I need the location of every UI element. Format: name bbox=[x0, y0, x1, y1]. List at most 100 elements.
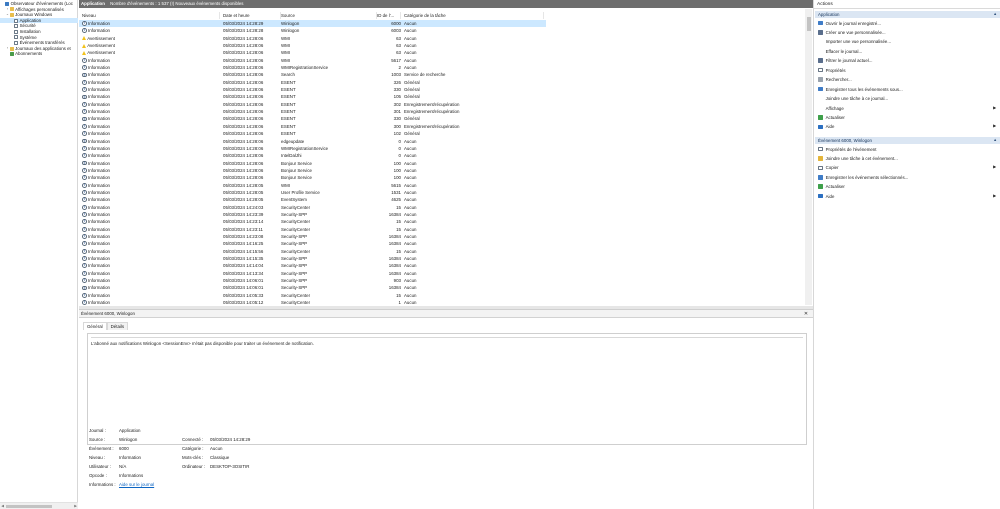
column-header-id[interactable]: ID de l'... bbox=[377, 12, 401, 19]
table-row[interactable]: Information 05/03/2024 14:28:06 IntelDalJh… bbox=[79, 152, 546, 159]
action-item[interactable]: Actualiser bbox=[818, 182, 999, 191]
collapse-icon[interactable]: ▲ bbox=[993, 11, 997, 18]
action-item[interactable]: Joindre une tâche à ce journal... bbox=[818, 94, 999, 103]
action-item[interactable]: Propriétés de l'événement bbox=[818, 145, 999, 154]
table-row[interactable]: Information 05/03/2024 14:28:06 Search 1003… bbox=[79, 71, 546, 78]
action-item[interactable]: Effacer le journal... bbox=[818, 47, 999, 56]
table-row[interactable]: Information 05/03/2024 14:23:11 SecurityCe… bbox=[79, 226, 546, 233]
action-item[interactable]: Rechercher... bbox=[818, 75, 999, 84]
column-header-date[interactable]: Date et heure bbox=[223, 12, 281, 19]
table-row[interactable]: Information 05/03/2024 14:28:06 Bonjour Se… bbox=[79, 167, 546, 174]
table-row[interactable]: Information 05/03/2024 14:28:06 Bonjour Se… bbox=[79, 160, 546, 167]
tab-details[interactable]: Détails bbox=[106, 322, 129, 330]
tab-general[interactable]: Général bbox=[83, 322, 107, 330]
action-item[interactable]: Joindre une tâche à cet événement... bbox=[818, 154, 999, 163]
scroll-thumb[interactable] bbox=[6, 505, 52, 508]
table-row[interactable]: Information 05/03/2024 14:28:05 EventSyste… bbox=[79, 196, 546, 203]
table-row[interactable]: Information 05/03/2024 14:28:28 Winlogon 60… bbox=[79, 27, 546, 34]
table-row[interactable]: Information 05/03/2024 14:28:29 Winlogon 60… bbox=[79, 20, 546, 28]
table-row[interactable]: Information 05/03/2024 14:28:06 WMIRegistr… bbox=[79, 64, 546, 71]
folder-icon bbox=[9, 12, 14, 17]
level-text: Avertissement bbox=[87, 50, 115, 56]
action-item[interactable]: Importer une vue personnalisée... bbox=[818, 37, 999, 46]
table-row[interactable]: Avertissement 05/03/2024 14:28:06 WMI 63 Auc… bbox=[79, 35, 546, 42]
table-row[interactable]: Information 05/03/2024 14:28:06 ESENT 330Gé… bbox=[79, 86, 546, 93]
table-row[interactable]: Information 05/03/2024 14:28:06 ESENT 300En… bbox=[79, 123, 546, 130]
information-icon bbox=[82, 72, 87, 78]
grid-vertical-scrollbar[interactable] bbox=[805, 9, 812, 305]
table-row[interactable]: Information 05/03/2024 14:16:25 Security-S… bbox=[79, 240, 546, 247]
cell-date: 05/03/2024 14:28:06 bbox=[223, 138, 264, 144]
table-row[interactable]: Information 05/03/2024 14:28:06 ESENT 330Gé… bbox=[79, 115, 546, 122]
cell-source: WMI bbox=[281, 57, 291, 63]
actions-section-application[interactable]: Application ▲ bbox=[815, 11, 1000, 18]
table-row[interactable]: Information 05/03/2024 14:05:12 SecurityCe… bbox=[79, 299, 546, 305]
cell-date: 05/03/2024 14:28:06 bbox=[223, 101, 264, 107]
table-row[interactable]: Information 05/03/2024 14:28:06 ESENT 105Gé… bbox=[79, 93, 546, 100]
table-row[interactable]: Information 05/03/2024 14:23:39 Security-S… bbox=[79, 211, 546, 218]
scroll-left-arrow[interactable]: ◀ bbox=[0, 503, 5, 509]
table-row[interactable]: Information 05/03/2024 14:28:06 ESENT 326Gé… bbox=[79, 79, 546, 86]
table-row[interactable]: Information 05/03/2024 14:15:35 Security-S… bbox=[79, 255, 546, 262]
table-row[interactable]: Information 05/03/2024 14:05:33 SecurityCe… bbox=[79, 292, 546, 299]
cell-date: 05/03/2024 14:28:06 bbox=[223, 65, 264, 71]
table-row[interactable]: Information 05/03/2024 14:28:06 ESENT 302En… bbox=[79, 101, 546, 108]
table-row[interactable]: Information 05/03/2024 14:28:06 WMI 5617Auc… bbox=[79, 57, 546, 64]
cell-source: ESENT bbox=[281, 101, 296, 107]
table-row[interactable]: Information 05/03/2024 14:13:34 Security-S… bbox=[79, 270, 546, 277]
table-row[interactable]: Information 05/03/2024 14:28:05 WMI 5615Auc… bbox=[79, 182, 546, 189]
action-item[interactable]: Actualiser bbox=[818, 113, 999, 122]
cell-event-id: 301 bbox=[393, 109, 401, 115]
cell-task-category: Aucun bbox=[404, 65, 417, 71]
table-row[interactable]: Information 05/03/2024 14:23:08 Security-S… bbox=[79, 233, 546, 240]
table-row[interactable]: Information 05/03/2024 14:24:03 SecurityCe… bbox=[79, 204, 546, 211]
column-header-task-category[interactable]: Catégorie de la tâche bbox=[404, 12, 544, 19]
action-item[interactable]: Ouvrir le journal enregistré... bbox=[818, 19, 999, 28]
action-item[interactable]: Filtrer le journal actuel... bbox=[818, 56, 999, 65]
column-header-level[interactable]: Niveau bbox=[82, 12, 220, 19]
action-item[interactable]: Enregistrer les événements sélectionnés.… bbox=[818, 173, 999, 182]
table-row[interactable]: Information 05/03/2024 14:23:14 SecurityCe… bbox=[79, 218, 546, 225]
action-item[interactable]: Affichage ▶ bbox=[818, 104, 999, 113]
tree-item[interactable]: Abonnements bbox=[0, 51, 78, 57]
cell-task-category: Aucun bbox=[404, 278, 417, 284]
table-row[interactable]: Information 05/03/2024 14:06:01 Security-S… bbox=[79, 277, 546, 284]
collapse-icon[interactable]: ▲ bbox=[993, 137, 997, 144]
table-row[interactable]: Information 05/03/2024 14:28:05 User Profi… bbox=[79, 189, 546, 196]
table-row[interactable]: Information 05/03/2024 14:28:06 ESENT 301En… bbox=[79, 108, 546, 115]
action-item[interactable]: Aide ▶ bbox=[818, 192, 999, 201]
table-row[interactable]: Information 05/03/2024 14:28:06 WMIRegistr… bbox=[79, 145, 546, 152]
table-row[interactable]: Avertissement 05/03/2024 14:28:06 WMI 63 Auc… bbox=[79, 49, 546, 56]
filter-icon bbox=[818, 58, 823, 64]
action-item[interactable]: Copier ▶ bbox=[818, 163, 999, 172]
table-row[interactable]: Information 05/03/2024 14:14:04 Security-S… bbox=[79, 262, 546, 269]
actions-section-event[interactable]: Événement 6000, Winlogon ▲ bbox=[815, 137, 1000, 144]
action-item[interactable]: Créer une vue personnalisée... bbox=[818, 28, 999, 37]
action-label: Créer une vue personnalisée... bbox=[825, 29, 886, 35]
action-item[interactable]: Aide ▶ bbox=[818, 122, 999, 131]
event-message-box[interactable]: L'abonné aux notifications Winlogon <Ses… bbox=[87, 333, 807, 445]
properties-icon bbox=[818, 67, 823, 73]
cell-event-id: 100 bbox=[393, 175, 401, 181]
scroll-thumb[interactable] bbox=[806, 17, 811, 31]
table-row[interactable]: Information 05/03/2024 14:15:56 SecurityCe… bbox=[79, 248, 546, 255]
cell-level: Information bbox=[82, 255, 220, 262]
cell-source: SecurityCenter bbox=[281, 300, 311, 305]
table-row[interactable]: Information 05/03/2024 14:06:01 Security-S… bbox=[79, 284, 546, 291]
table-row[interactable]: Information 05/03/2024 14:28:06 ESENT 102Gé… bbox=[79, 130, 546, 137]
column-header-source[interactable]: Source bbox=[281, 12, 377, 19]
help-link[interactable]: Aide sur le journal bbox=[119, 482, 154, 488]
information-icon bbox=[82, 234, 87, 239]
label-more-info: Informations : bbox=[89, 482, 116, 487]
level-text: Information bbox=[87, 109, 110, 115]
table-row[interactable]: Information 05/03/2024 14:28:06 edgeupdate… bbox=[79, 138, 546, 145]
close-icon[interactable]: ✕ bbox=[803, 310, 809, 318]
tree-horizontal-scrollbar[interactable]: ◀ ▶ bbox=[0, 502, 78, 509]
table-row[interactable]: Information 05/03/2024 14:28:06 Bonjour Se… bbox=[79, 174, 546, 181]
cell-event-id: 0 bbox=[398, 138, 401, 144]
scroll-right-arrow[interactable]: ▶ bbox=[73, 503, 78, 509]
table-row[interactable]: Avertissement 05/03/2024 14:28:06 WMI 63 Auc… bbox=[79, 42, 546, 49]
action-item[interactable]: Propriétés bbox=[818, 66, 999, 75]
action-item[interactable]: Enregistrer tous les événements sous... bbox=[818, 85, 999, 94]
value-computer: DESKTOP-3OSITIR bbox=[210, 464, 250, 469]
